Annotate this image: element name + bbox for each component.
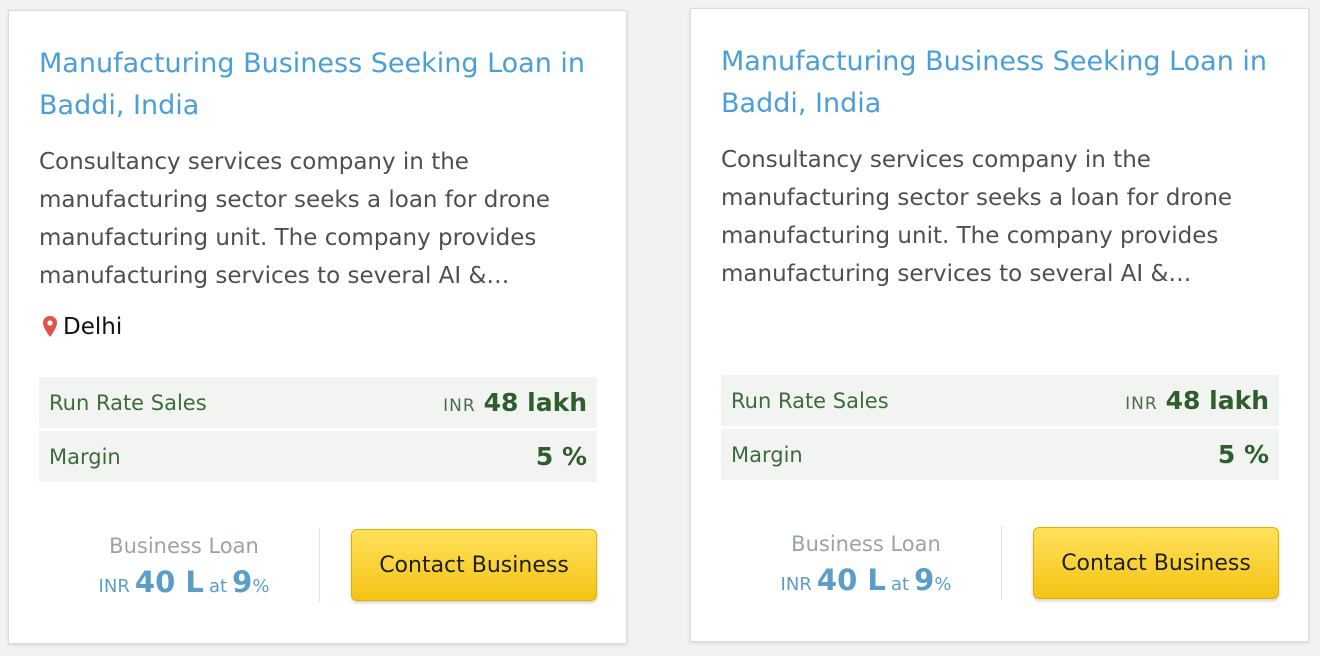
contact-business-button[interactable]: Contact Business bbox=[1033, 527, 1279, 599]
stat-value: 48 lakh bbox=[1165, 386, 1269, 415]
stat-value: 5 % bbox=[1217, 440, 1269, 469]
stat-row-run-rate-sales: Run Rate Sales INR 48 lakh bbox=[39, 377, 597, 428]
loan-amount-value: 40 L bbox=[816, 563, 886, 597]
stat-row-margin: Margin 5 % bbox=[39, 431, 597, 482]
stat-unit: INR bbox=[443, 396, 476, 416]
loan-at: at bbox=[208, 576, 228, 597]
location-text: Delhi bbox=[63, 314, 123, 340]
map-pin-icon bbox=[43, 316, 57, 337]
stat-row-margin: Margin 5 % bbox=[721, 429, 1279, 480]
listing-title-link[interactable]: Manufacturing Business Seeking Loan in B… bbox=[721, 41, 1281, 125]
listing-title-link[interactable]: Manufacturing Business Seeking Loan in B… bbox=[39, 43, 599, 127]
stat-label: Margin bbox=[49, 444, 121, 469]
stat-label: Run Rate Sales bbox=[731, 388, 889, 413]
stat-label: Margin bbox=[731, 442, 803, 467]
stat-value: 5 % bbox=[535, 442, 587, 471]
stats-table: Run Rate Sales INR 48 lakh Margin 5 % bbox=[39, 377, 597, 482]
listing-card: Manufacturing Business Seeking Loan in B… bbox=[8, 10, 627, 644]
loan-summary: Business Loan INR 40 L at 9% bbox=[761, 529, 971, 597]
loan-at: at bbox=[890, 574, 910, 595]
loan-rate: 9 bbox=[232, 565, 253, 599]
stat-value-group: INR 48 lakh bbox=[1125, 386, 1269, 415]
listing-location: Delhi bbox=[41, 314, 122, 340]
contact-business-button[interactable]: Contact Business bbox=[351, 529, 597, 601]
listing-description: Consultancy services company in the manu… bbox=[721, 147, 1233, 287]
loan-rate: 9 bbox=[914, 563, 935, 597]
loan-label: Business Loan bbox=[791, 532, 941, 556]
loan-rate-unit: % bbox=[934, 574, 952, 595]
loan-currency: INR bbox=[98, 576, 130, 597]
stat-value: 48 lakh bbox=[483, 388, 587, 417]
loan-label: Business Loan bbox=[109, 534, 259, 558]
listing-card: Manufacturing Business Seeking Loan in B… bbox=[690, 8, 1309, 642]
stat-value-group: INR 48 lakh bbox=[443, 388, 587, 417]
vertical-divider bbox=[319, 528, 320, 602]
loan-summary: Business Loan INR 40 L at 9% bbox=[79, 531, 289, 599]
stat-value-group: 5 % bbox=[536, 442, 587, 471]
loan-rate-unit: % bbox=[252, 576, 270, 597]
loan-amount: INR 40 L at 9% bbox=[79, 565, 289, 599]
stat-label: Run Rate Sales bbox=[49, 390, 207, 415]
stat-value-group: 5 % bbox=[1218, 440, 1269, 469]
vertical-divider bbox=[1001, 526, 1002, 600]
loan-amount: INR 40 L at 9% bbox=[761, 563, 971, 597]
stats-table: Run Rate Sales INR 48 lakh Margin 5 % bbox=[721, 375, 1279, 480]
stat-unit: INR bbox=[1125, 394, 1158, 414]
listing-description: Consultancy services company in the manu… bbox=[39, 149, 551, 289]
loan-currency: INR bbox=[780, 574, 812, 595]
loan-amount-value: 40 L bbox=[134, 565, 204, 599]
stat-row-run-rate-sales: Run Rate Sales INR 48 lakh bbox=[721, 375, 1279, 426]
